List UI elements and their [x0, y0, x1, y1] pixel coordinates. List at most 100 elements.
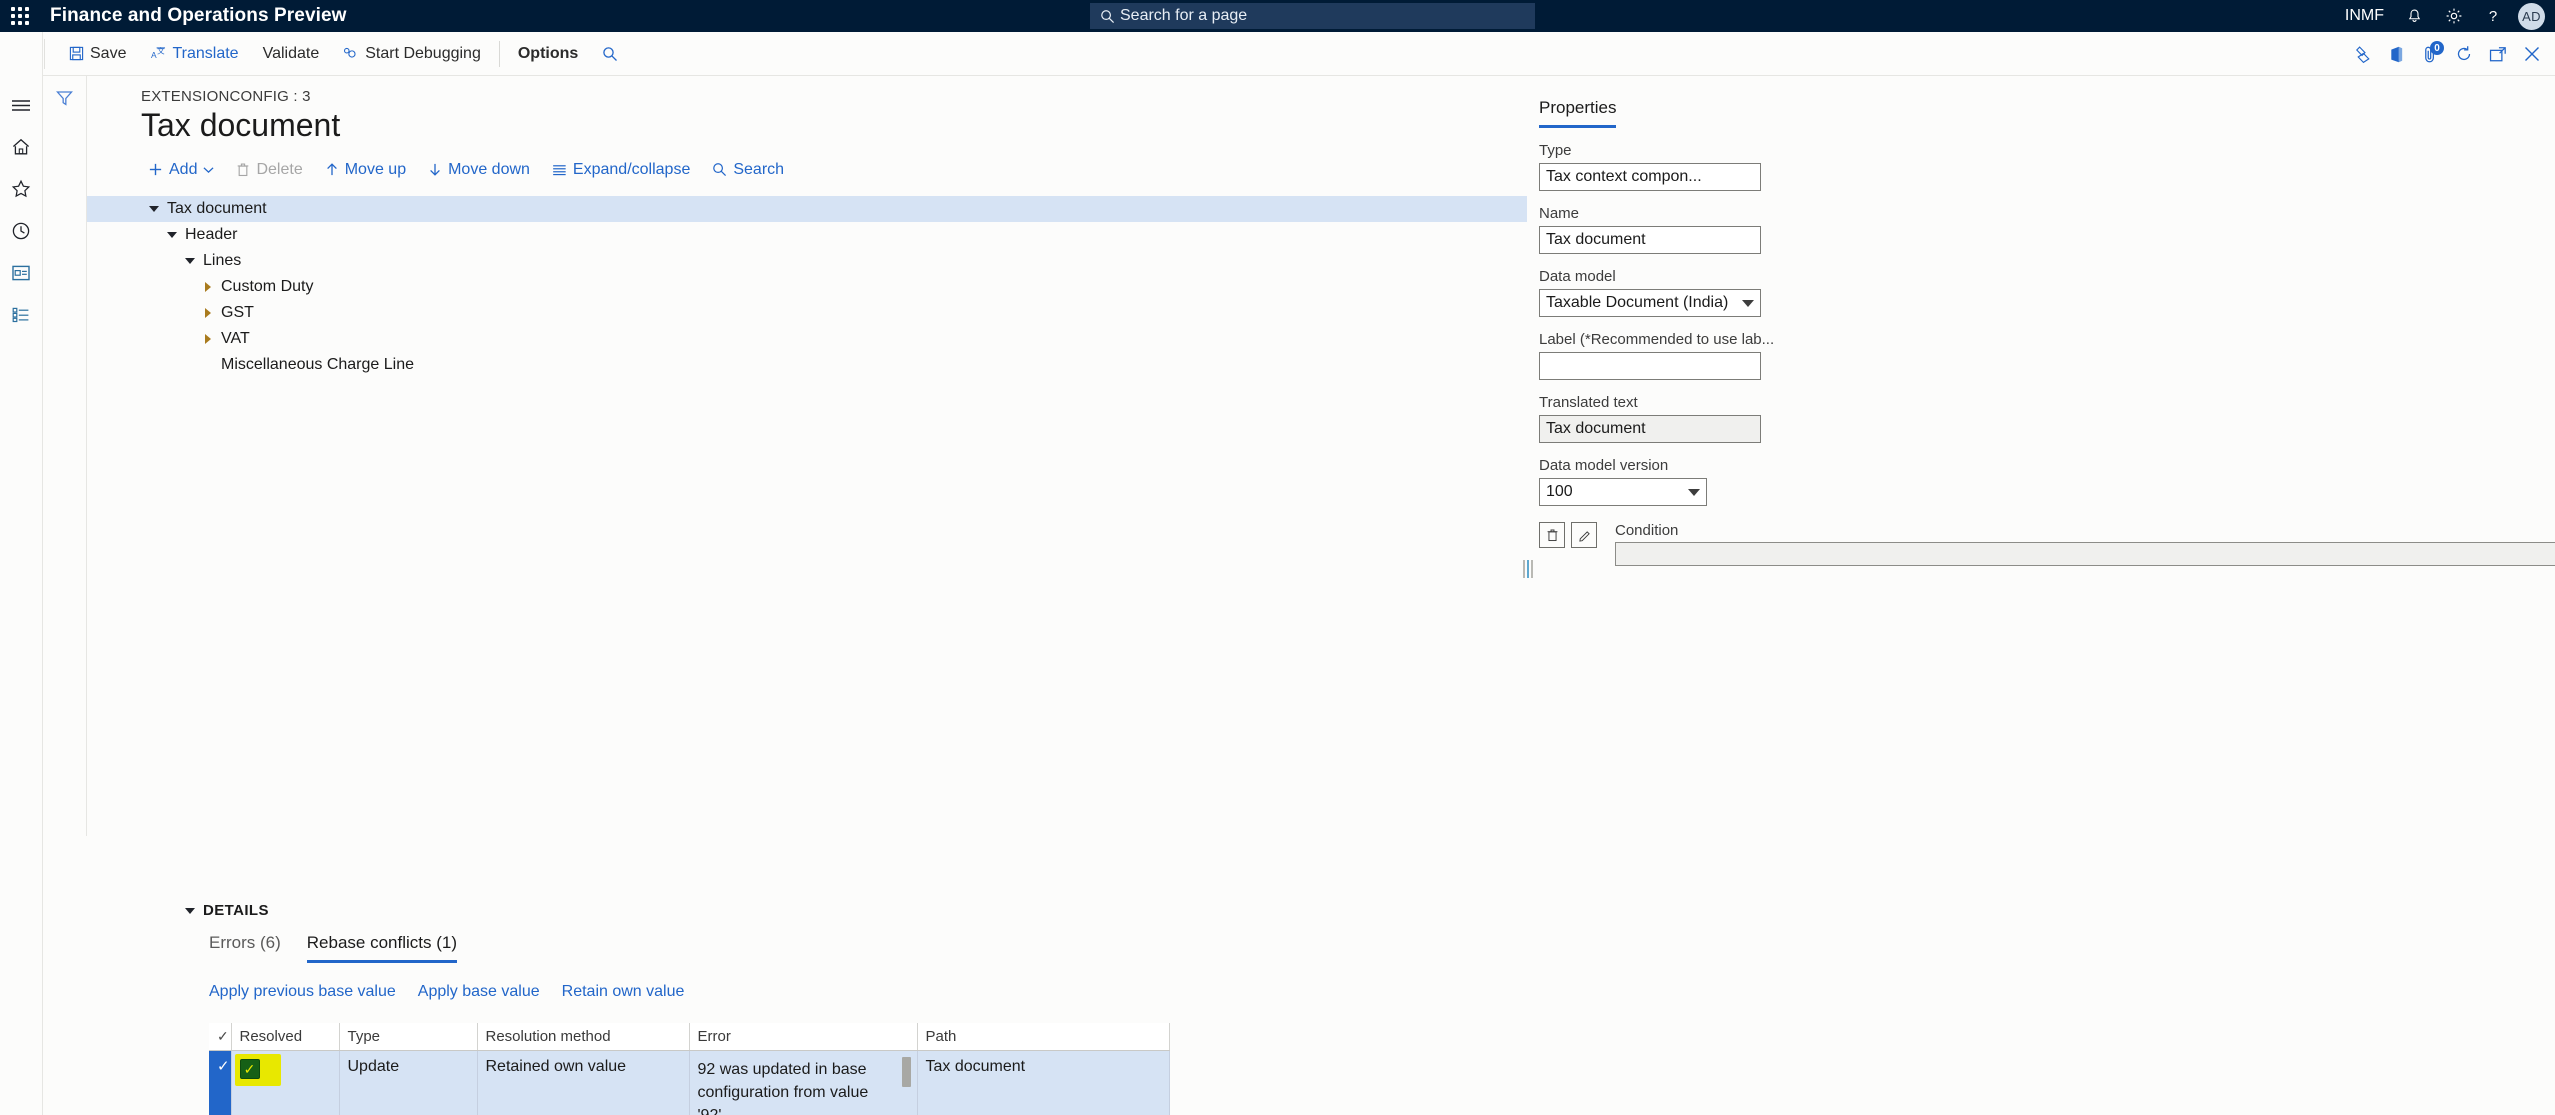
- company-selector[interactable]: INMF: [2334, 0, 2395, 32]
- workspaces-icon[interactable]: [0, 252, 43, 294]
- condition-delete-button[interactable]: [1539, 522, 1565, 548]
- power-automate-icon[interactable]: [2345, 32, 2379, 76]
- tree-node-label: Miscellaneous Charge Line: [221, 355, 414, 373]
- tree-node-header[interactable]: Header: [87, 222, 1527, 248]
- cell-path[interactable]: Tax document: [917, 1050, 1170, 1115]
- command-search-icon[interactable]: [590, 32, 630, 76]
- tree-toggle-icon[interactable]: [195, 281, 221, 292]
- panel-splitter-handle[interactable]: [1522, 556, 1534, 582]
- global-search-box[interactable]: Search for a page: [1090, 3, 1535, 29]
- field-type: Type Tax context compon...: [1539, 142, 2555, 191]
- modules-list-icon[interactable]: [0, 294, 43, 336]
- move-down-button[interactable]: Move down: [417, 154, 541, 186]
- tab-rebase-conflicts[interactable]: Rebase conflicts (1): [306, 933, 458, 963]
- cell-scrollbar-thumb[interactable]: [901, 1057, 911, 1087]
- column-path[interactable]: Path: [917, 1023, 1170, 1051]
- details-header[interactable]: DETAILS: [131, 902, 2555, 919]
- name-label: Name: [1539, 205, 1580, 222]
- question-mark-icon[interactable]: ?: [2474, 0, 2512, 32]
- chevron-down-icon: [1742, 299, 1754, 307]
- tree-toggle-icon[interactable]: [177, 257, 203, 264]
- type-input[interactable]: Tax context compon...: [1539, 163, 1761, 191]
- translated-text-label: Translated text: [1539, 394, 1638, 411]
- start-debugging-button[interactable]: Start Debugging: [331, 32, 493, 76]
- tree-node-gst[interactable]: GST: [87, 300, 1527, 326]
- list-lines-icon: [552, 163, 567, 177]
- label-input[interactable]: [1539, 352, 1761, 380]
- row-selector[interactable]: ✓: [209, 1050, 232, 1115]
- tree-node-lines[interactable]: Lines: [87, 248, 1527, 274]
- plus-icon: [148, 162, 163, 177]
- tree-node-label: Custom Duty: [221, 277, 314, 295]
- data-model-version-select[interactable]: 100: [1539, 478, 1707, 506]
- add-button[interactable]: Add: [137, 154, 225, 186]
- details-title: DETAILS: [203, 902, 269, 919]
- tree-toggle-icon[interactable]: [195, 333, 221, 344]
- condition-edit-button[interactable]: [1571, 522, 1597, 548]
- menu-icon[interactable]: [0, 84, 43, 126]
- apply-base-value-link[interactable]: Apply base value: [418, 983, 540, 1001]
- tree-node-label: GST: [221, 303, 254, 321]
- cell-resolved[interactable]: ✓: [231, 1050, 340, 1115]
- home-icon[interactable]: [0, 126, 43, 168]
- column-type[interactable]: Type: [339, 1023, 478, 1051]
- office-icon[interactable]: [2379, 32, 2413, 76]
- recent-clock-icon[interactable]: [0, 210, 43, 252]
- cell-error-text: 92 was updated in base configuration fro…: [697, 1061, 869, 1115]
- translate-button[interactable]: A文 Translate: [138, 32, 250, 76]
- tree-node-tax-document[interactable]: Tax document: [87, 195, 1527, 222]
- resolved-checkbox-wrapper: ✓: [234, 1054, 281, 1086]
- chevron-down-icon: [1688, 488, 1700, 496]
- refresh-icon[interactable]: [2447, 32, 2481, 76]
- favorites-star-icon[interactable]: [0, 168, 43, 210]
- open-in-new-window-icon[interactable]: [2481, 32, 2515, 76]
- cell-type[interactable]: Update: [339, 1050, 478, 1115]
- condition-input[interactable]: [1615, 542, 2555, 566]
- expand-collapse-button[interactable]: Expand/collapse: [541, 154, 701, 186]
- top-navigation-bar: Finance and Operations Preview Search fo…: [0, 0, 2555, 32]
- apply-previous-base-value-link[interactable]: Apply previous base value: [209, 983, 396, 1001]
- column-select-all[interactable]: ✓: [209, 1023, 232, 1051]
- column-resolved[interactable]: Resolved: [231, 1023, 340, 1051]
- cell-resolution-method[interactable]: Retained own value: [477, 1050, 690, 1115]
- filter-icon[interactable]: [55, 89, 74, 836]
- column-resolution-method[interactable]: Resolution method: [477, 1023, 690, 1051]
- close-icon[interactable]: [2515, 32, 2549, 76]
- save-button[interactable]: Save: [57, 32, 138, 76]
- tab-errors[interactable]: Errors (6): [209, 933, 281, 963]
- tab-properties[interactable]: Properties: [1539, 98, 1617, 128]
- trash-icon: [236, 162, 250, 177]
- translated-text-input[interactable]: Tax document: [1539, 415, 1761, 443]
- name-input[interactable]: Tax document: [1539, 226, 1761, 254]
- tree-search-button[interactable]: Search: [701, 154, 795, 186]
- retain-own-value-link[interactable]: Retain own value: [562, 983, 685, 1001]
- bell-icon[interactable]: [2395, 0, 2434, 32]
- tree-toggle-icon[interactable]: [159, 231, 185, 238]
- debug-icon: [343, 46, 359, 61]
- command-bar-right-icons: 0: [2345, 32, 2549, 76]
- table-row[interactable]: ✓ ✓ Update Retained own value 92 was upd…: [209, 1050, 1170, 1115]
- tree-toggle-icon[interactable]: [195, 307, 221, 318]
- command-bar-buttons: Save A文 Translate Validate Start Debuggi…: [57, 32, 630, 76]
- app-launcher-icon[interactable]: [0, 0, 40, 32]
- tree-node-miscellaneous-charge-line[interactable]: Miscellaneous Charge Line: [87, 352, 1527, 378]
- data-model-select[interactable]: Taxable Document (India): [1539, 289, 1761, 317]
- label-label: Label (*Recommended to use lab...: [1539, 331, 1775, 348]
- resolved-checkbox[interactable]: ✓: [239, 1059, 260, 1079]
- attachment-icon[interactable]: 0: [2413, 32, 2447, 76]
- validate-button[interactable]: Validate: [251, 32, 332, 76]
- tree-toggle-icon[interactable]: [141, 205, 167, 212]
- expand-collapse-label: Expand/collapse: [572, 160, 691, 178]
- gear-icon[interactable]: [2434, 0, 2474, 32]
- field-label: Label (*Recommended to use lab...: [1539, 331, 2555, 380]
- tree-node-custom-duty[interactable]: Custom Duty: [87, 274, 1527, 300]
- tree-node-vat[interactable]: VAT: [87, 326, 1527, 352]
- delete-button[interactable]: Delete: [225, 154, 313, 186]
- column-error[interactable]: Error: [689, 1023, 918, 1051]
- cell-error[interactable]: 92 was updated in base configuration fro…: [689, 1050, 918, 1115]
- delete-label: Delete: [256, 160, 303, 178]
- move-up-button[interactable]: Move up: [314, 154, 417, 186]
- svg-text:?: ?: [2489, 8, 2497, 25]
- options-button[interactable]: Options: [506, 32, 590, 76]
- avatar[interactable]: AD: [2518, 2, 2545, 30]
